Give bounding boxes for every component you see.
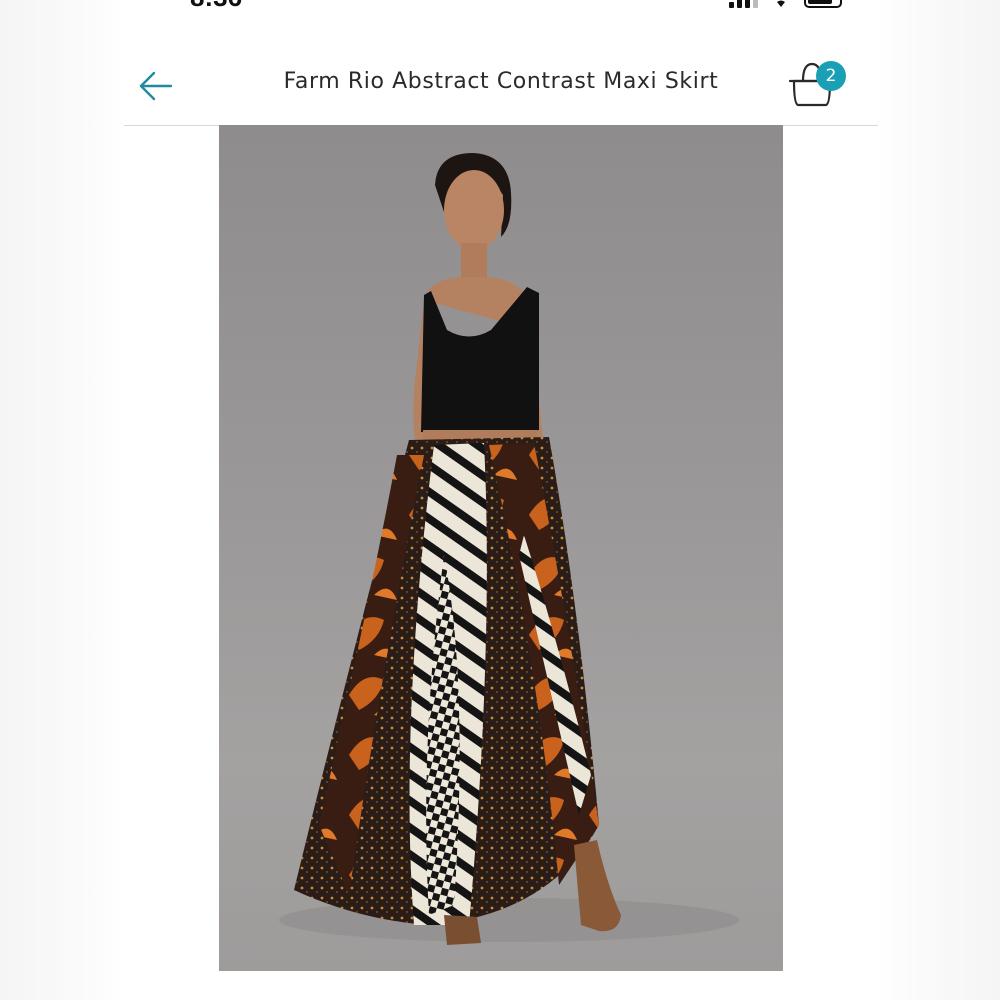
battery-icon: [804, 0, 842, 8]
status-time: 8:36: [190, 0, 242, 12]
cart-button[interactable]: 2: [782, 58, 852, 110]
signal-icon: [729, 0, 758, 8]
cart-count-badge: 2: [816, 61, 846, 91]
wifi-icon: [777, 0, 785, 7]
product-image[interactable]: [219, 125, 783, 971]
status-bar: 8:36: [124, 0, 878, 12]
phone-screen: 8:36 Farm Rio Abstract Contrast Maxi: [124, 0, 878, 1000]
arrow-left-icon: [139, 71, 173, 101]
page-title: Farm Rio Abstract Contrast Maxi Skirt: [283, 69, 719, 94]
boot-left: [444, 915, 481, 945]
face: [444, 170, 504, 250]
back-button[interactable]: [136, 66, 176, 106]
status-icons: [729, 0, 842, 8]
navigation-bar: Farm Rio Abstract Contrast Maxi Skirt 2: [124, 40, 878, 126]
boot-right: [574, 840, 621, 932]
screen: 8:36 Farm Rio Abstract Contrast Maxi: [0, 0, 1000, 1000]
product-photo: [279, 153, 739, 945]
